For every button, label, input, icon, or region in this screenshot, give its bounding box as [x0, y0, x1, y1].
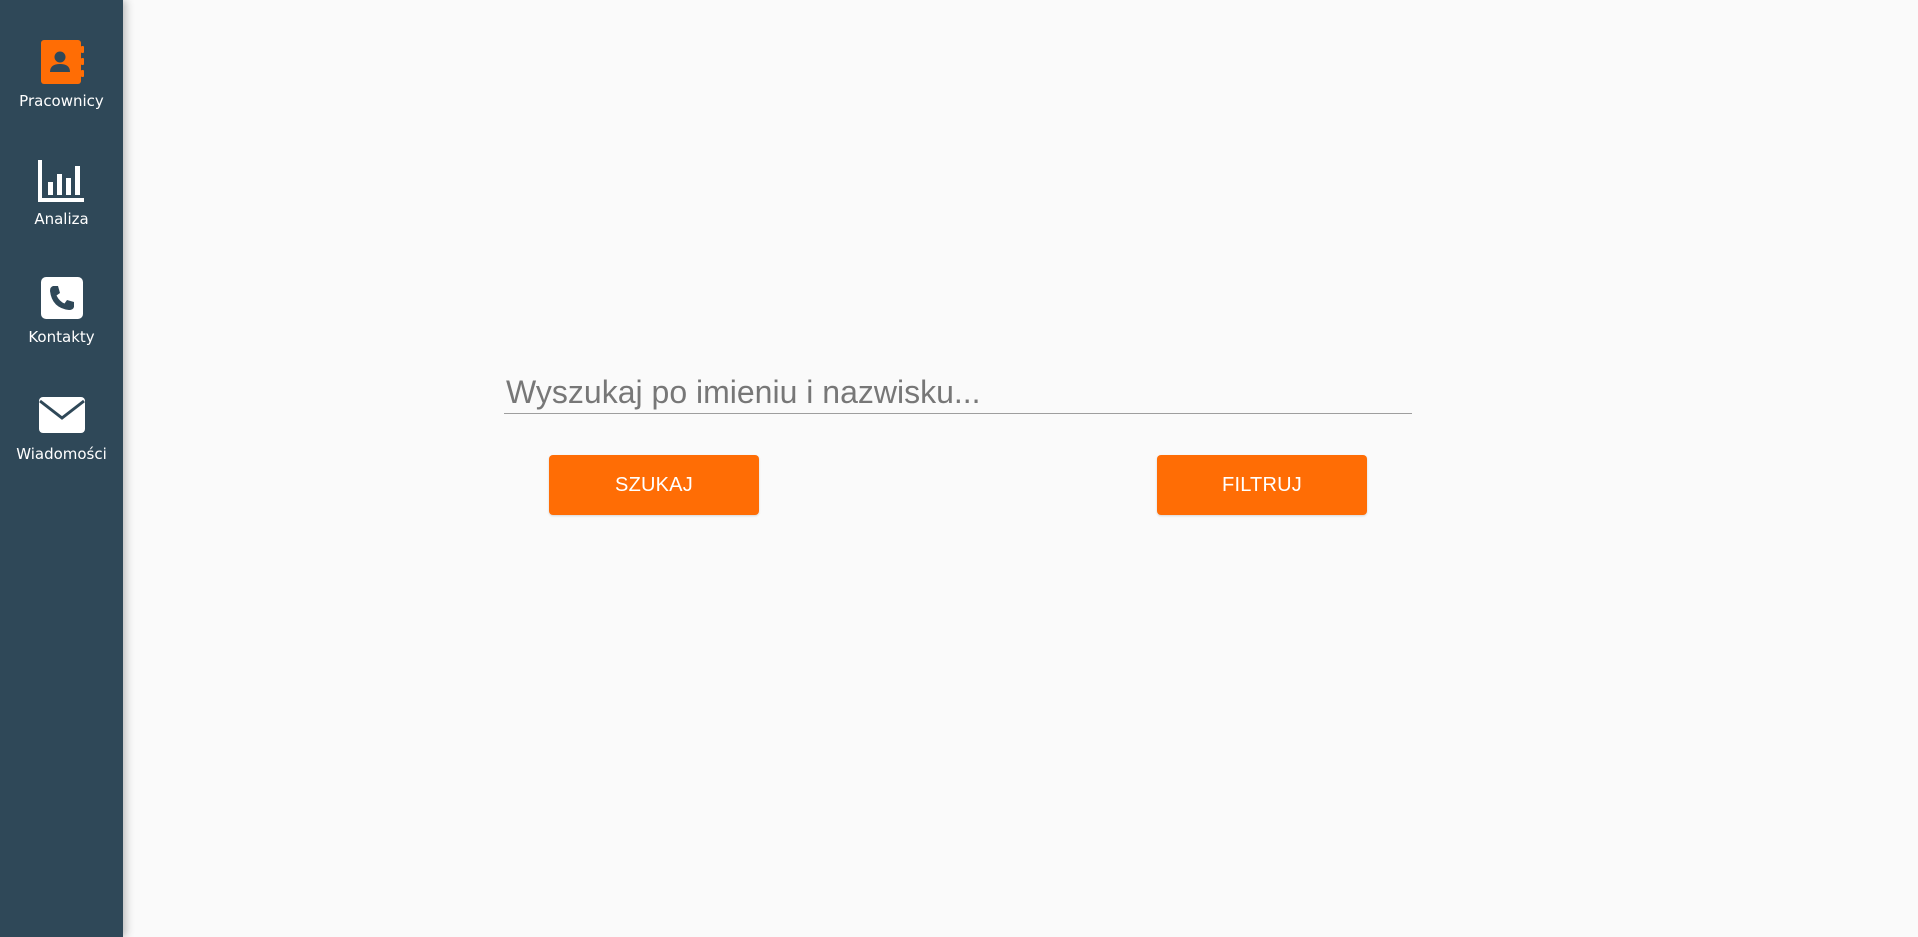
envelope-icon — [38, 397, 85, 433]
sidebar: Pracownicy Analiza Kontakty Wiadomości — [0, 0, 123, 937]
address-book-icon — [40, 40, 84, 84]
phone-icon — [40, 277, 83, 319]
sidebar-item-analiza[interactable]: Analiza — [0, 156, 123, 228]
sidebar-item-label: Kontakty — [28, 328, 95, 346]
sidebar-item-wiadomosci[interactable]: Wiadomości — [0, 391, 123, 463]
sidebar-item-label: Pracownicy — [19, 92, 104, 110]
search-input[interactable] — [504, 372, 1412, 414]
search-button[interactable]: SZUKAJ — [549, 455, 759, 515]
sidebar-item-label: Analiza — [34, 210, 89, 228]
app: Pracownicy Analiza Kontakty Wiadomości W… — [0, 0, 1918, 937]
sidebar-item-pracownicy[interactable]: Pracownicy — [0, 38, 123, 110]
sidebar-item-label: Wiadomości — [16, 445, 107, 463]
sidebar-item-kontakty[interactable]: Kontakty — [0, 274, 123, 346]
bar-chart-icon — [37, 160, 84, 202]
filter-button[interactable]: FILTRUJ — [1157, 455, 1367, 515]
